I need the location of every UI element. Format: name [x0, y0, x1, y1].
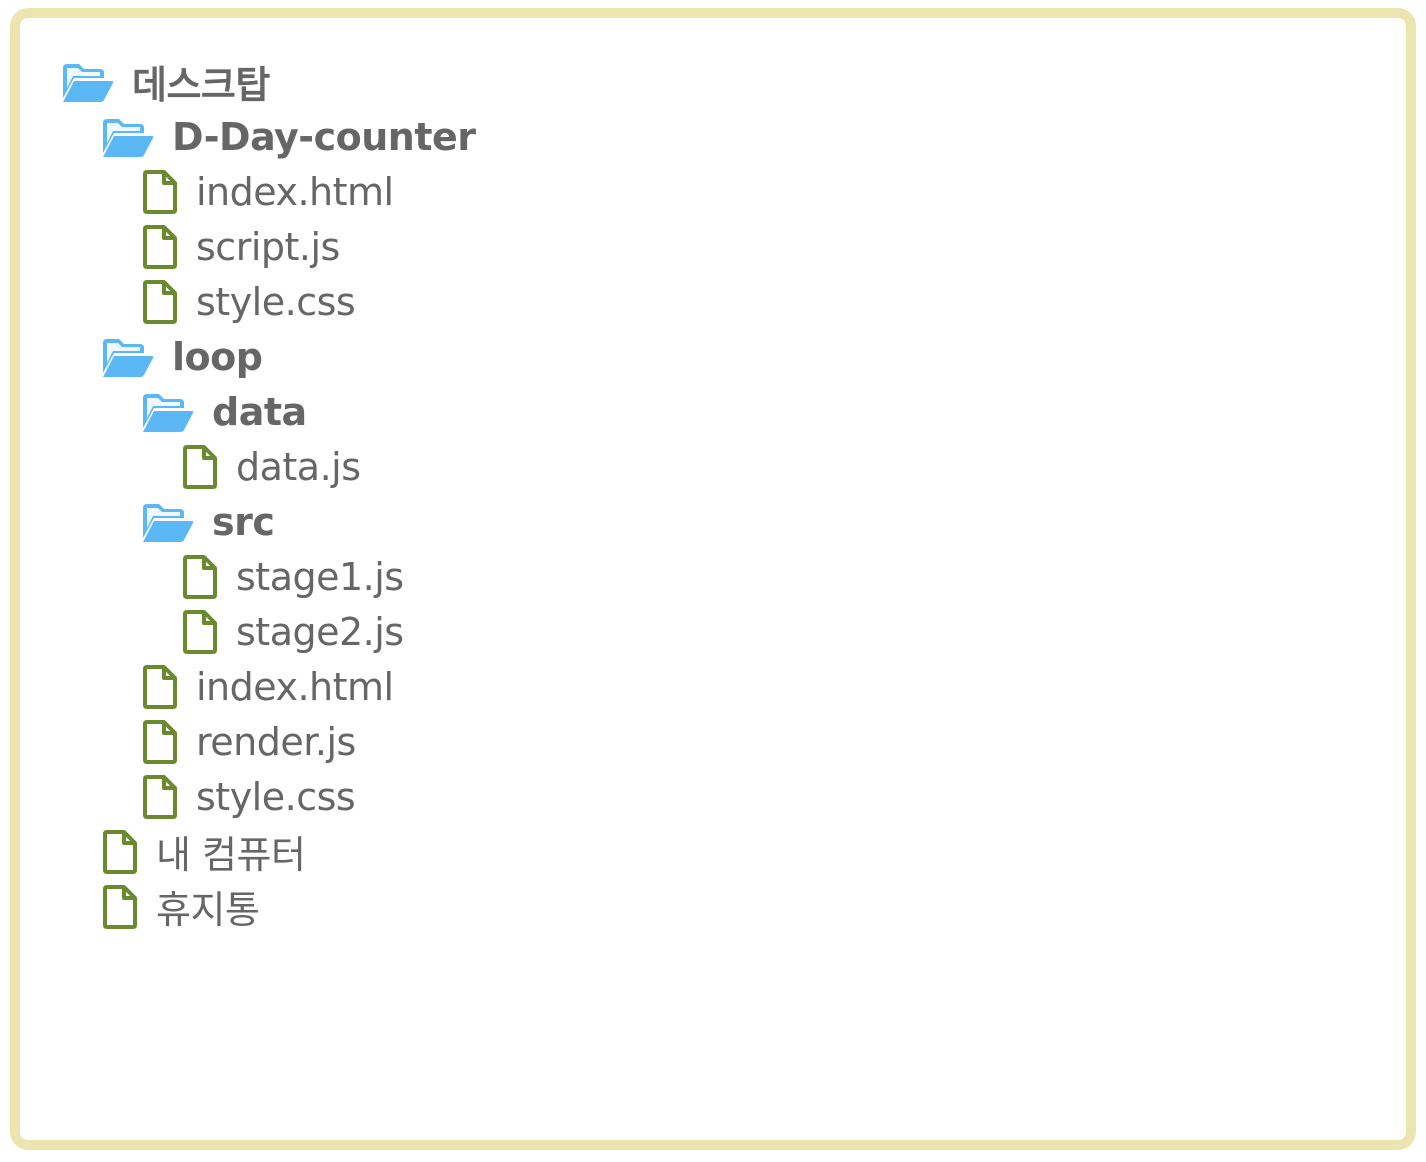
folder-open-icon — [140, 390, 194, 434]
file-icon — [142, 719, 178, 765]
tree-item-label: index.html — [196, 664, 394, 709]
file-icon — [102, 829, 138, 875]
file-tree: 데스크탑 D-Day-counter index.html script.js … — [60, 54, 476, 934]
tree-file-data-js[interactable]: data.js — [60, 439, 476, 494]
tree-folder-src[interactable]: src — [60, 494, 476, 549]
tree-file-dday-style[interactable]: style.css — [60, 274, 476, 329]
folder-open-icon — [100, 335, 154, 379]
folder-open-icon — [100, 115, 154, 159]
tree-item-label: data — [212, 389, 307, 434]
file-icon — [142, 279, 178, 325]
folder-open-icon — [60, 60, 114, 104]
tree-item-label: render.js — [196, 719, 356, 764]
tree-folder-loop[interactable]: loop — [60, 329, 476, 384]
tree-item-label: stage1.js — [236, 554, 404, 599]
tree-item-label: stage2.js — [236, 609, 404, 654]
file-icon — [142, 169, 178, 215]
tree-item-label: 내 컴퓨터 — [156, 833, 306, 877]
file-icon — [102, 884, 138, 930]
tree-folder-data[interactable]: data — [60, 384, 476, 439]
tree-file-trash[interactable]: 휴지통 — [60, 879, 476, 934]
tree-file-loop-style[interactable]: style.css — [60, 769, 476, 824]
file-icon — [182, 554, 218, 600]
tree-file-stage2[interactable]: stage2.js — [60, 604, 476, 659]
tree-file-dday-script[interactable]: script.js — [60, 219, 476, 274]
tree-item-label: D-Day-counter — [172, 114, 476, 159]
tree-file-stage1[interactable]: stage1.js — [60, 549, 476, 604]
tree-item-label: data.js — [236, 444, 361, 489]
tree-item-label: style.css — [196, 774, 356, 819]
tree-file-my-computer[interactable]: 내 컴퓨터 — [60, 824, 476, 879]
folder-open-icon — [140, 500, 194, 544]
file-icon — [182, 444, 218, 490]
tree-file-dday-index[interactable]: index.html — [60, 164, 476, 219]
file-icon — [142, 774, 178, 820]
tree-item-label: 데스크탑 — [132, 63, 270, 107]
tree-item-label: 휴지통 — [156, 888, 260, 932]
tree-file-loop-render[interactable]: render.js — [60, 714, 476, 769]
tree-item-label: loop — [172, 334, 263, 379]
tree-folder-desktop[interactable]: 데스크탑 — [60, 54, 476, 109]
tree-item-label: src — [212, 499, 275, 544]
tree-folder-dday-counter[interactable]: D-Day-counter — [60, 109, 476, 164]
tree-item-label: script.js — [196, 224, 340, 269]
file-icon — [182, 609, 218, 655]
file-icon — [142, 224, 178, 270]
tree-item-label: index.html — [196, 169, 394, 214]
file-icon — [142, 664, 178, 710]
tree-item-label: style.css — [196, 279, 356, 324]
tree-file-loop-index[interactable]: index.html — [60, 659, 476, 714]
